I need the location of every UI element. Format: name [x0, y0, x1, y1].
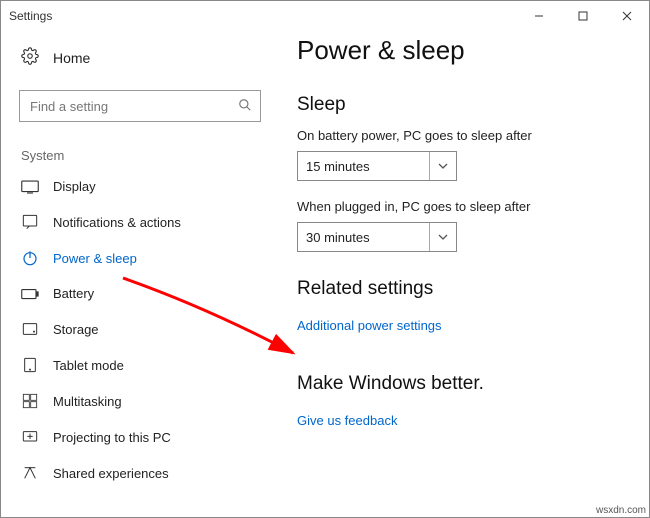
gear-icon: [21, 47, 39, 68]
battery-sleep-dropdown[interactable]: 15 minutes: [297, 151, 457, 181]
sidebar-section-label: System: [1, 134, 279, 169]
sidebar-item-power-sleep[interactable]: Power & sleep: [1, 240, 279, 276]
minimize-icon: [534, 11, 544, 21]
battery-sleep-label: On battery power, PC goes to sleep after: [297, 128, 629, 143]
sidebar-item-label: Battery: [53, 286, 94, 301]
sidebar-item-label: Power & sleep: [53, 251, 137, 266]
sidebar-item-label: Notifications & actions: [53, 215, 181, 230]
battery-sleep-value: 15 minutes: [306, 159, 370, 174]
power-icon: [21, 250, 39, 266]
search-input-wrapper[interactable]: [19, 90, 261, 122]
page-title: Power & sleep: [297, 35, 629, 66]
plugged-sleep-label: When plugged in, PC goes to sleep after: [297, 199, 629, 214]
search-input[interactable]: [28, 98, 238, 115]
projecting-icon: [21, 429, 39, 445]
battery-icon: [21, 288, 39, 300]
chevron-down-icon: [429, 223, 448, 251]
maximize-icon: [578, 11, 588, 21]
sidebar-item-home[interactable]: Home: [1, 39, 279, 82]
sidebar-item-notifications[interactable]: Notifications & actions: [1, 204, 279, 240]
additional-power-settings-link[interactable]: Additional power settings: [297, 318, 442, 333]
multitasking-icon: [21, 393, 39, 409]
shared-icon: [21, 465, 39, 481]
content-area: Home System Display Notifications & acti…: [1, 31, 649, 517]
main-panel: Power & sleep Sleep On battery power, PC…: [279, 31, 649, 517]
sidebar-item-label: Projecting to this PC: [53, 430, 171, 445]
close-icon: [622, 11, 632, 21]
titlebar: Settings: [1, 1, 649, 31]
sidebar-nav: Display Notifications & actions Power & …: [1, 169, 279, 517]
feedback-link[interactable]: Give us feedback: [297, 413, 397, 428]
feedback-heading: Make Windows better.: [297, 373, 629, 395]
maximize-button[interactable]: [561, 1, 605, 31]
plugged-sleep-dropdown[interactable]: 30 minutes: [297, 222, 457, 252]
sidebar-item-multitasking[interactable]: Multitasking: [1, 383, 279, 419]
sidebar-item-battery[interactable]: Battery: [1, 276, 279, 311]
minimize-button[interactable]: [517, 1, 561, 31]
settings-window: Settings Home Syste: [0, 0, 650, 518]
sidebar-item-projecting[interactable]: Projecting to this PC: [1, 419, 279, 455]
sleep-heading: Sleep: [297, 94, 629, 116]
storage-icon: [21, 321, 39, 337]
sidebar-item-label: Display: [53, 179, 96, 194]
sidebar-item-tablet-mode[interactable]: Tablet mode: [1, 347, 279, 383]
search-icon: [238, 98, 252, 115]
plugged-sleep-value: 30 minutes: [306, 230, 370, 245]
notifications-icon: [21, 214, 39, 230]
sidebar-item-shared-experiences[interactable]: Shared experiences: [1, 455, 279, 491]
sidebar: Home System Display Notifications & acti…: [1, 31, 279, 517]
sidebar-item-label: Tablet mode: [53, 358, 124, 373]
related-heading: Related settings: [297, 278, 629, 300]
window-title: Settings: [9, 9, 52, 23]
sidebar-item-storage[interactable]: Storage: [1, 311, 279, 347]
watermark: wsxdn.com: [596, 505, 646, 516]
sidebar-item-display[interactable]: Display: [1, 169, 279, 204]
sidebar-item-label: Multitasking: [53, 394, 122, 409]
tablet-icon: [21, 357, 39, 373]
sidebar-home-label: Home: [53, 50, 90, 66]
sidebar-item-label: Storage: [53, 322, 99, 337]
sidebar-item-label: Shared experiences: [53, 466, 169, 481]
display-icon: [21, 180, 39, 194]
chevron-down-icon: [429, 152, 448, 180]
close-button[interactable]: [605, 1, 649, 31]
